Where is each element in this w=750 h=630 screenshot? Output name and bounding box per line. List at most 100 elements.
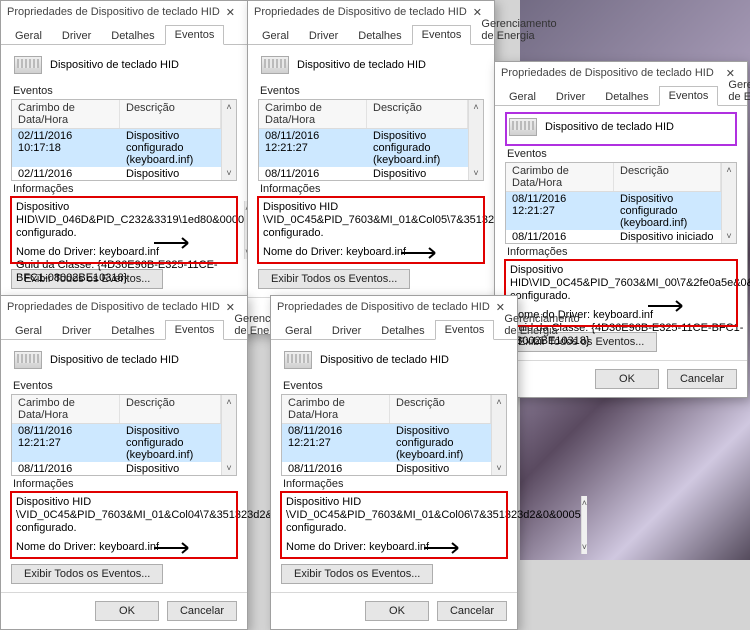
scrollbar[interactable]: ˄ ˅: [221, 395, 236, 475]
event-row[interactable]: 08/11/2016 12:21:27 Dispositivo configur…: [259, 129, 468, 167]
tab-detalhes[interactable]: Detalhes: [101, 26, 164, 45]
cancel-button[interactable]: Cancelar: [167, 601, 237, 621]
tab-geral[interactable]: Geral: [499, 87, 546, 106]
tab-eventos[interactable]: Eventos: [435, 320, 495, 340]
tab-geral[interactable]: Geral: [275, 321, 322, 340]
scrollbar[interactable]: ˄ ˅: [721, 163, 736, 243]
scroll-down-icon[interactable]: ˅: [492, 461, 506, 475]
scroll-down-icon[interactable]: ˅: [222, 166, 236, 180]
cancel-button[interactable]: Cancelar: [437, 601, 507, 621]
event-row[interactable]: 08/11/2016 12:21:27 Dispositivo configur…: [12, 424, 221, 462]
event-row[interactable]: 08/11/2016 12:21:27 Dispositivo configur…: [282, 424, 491, 462]
tab-geral[interactable]: Geral: [5, 321, 52, 340]
event-description: Dispositivo configurado (keyboard.inf): [120, 130, 221, 166]
col-description[interactable]: Descrição: [367, 100, 468, 128]
event-row[interactable]: 08/11/2016 12:21:27 Dispositivo iniciado…: [12, 462, 221, 476]
event-timestamp: 08/11/2016 12:21:27: [12, 463, 120, 476]
events-list[interactable]: Carimbo de Data/Hora Descrição 02/11/201…: [11, 99, 237, 181]
titlebar[interactable]: Propriedades de Dispositivo de teclado H…: [1, 296, 247, 318]
scrollbar[interactable]: ˄ ˅: [491, 395, 506, 475]
events-list[interactable]: Carimbo de Data/Hora Descrição 08/11/201…: [505, 162, 737, 244]
tab-geral[interactable]: Geral: [5, 26, 52, 45]
info-textarea[interactable]: Dispositivo HID\VID_0C45&PID_7603&MI_01&…: [281, 492, 507, 558]
tab-driver[interactable]: Driver: [322, 321, 371, 340]
info-textarea[interactable]: Dispositivo HID\VID_046D&PID_C232&3319\1…: [11, 197, 237, 263]
ok-button[interactable]: OK: [365, 601, 429, 621]
event-row[interactable]: 02/11/2016 10:17:18 Dispositivo iniciado…: [12, 167, 221, 181]
tab-driver[interactable]: Driver: [52, 26, 101, 45]
list-header[interactable]: Carimbo de Data/Hora Descrição: [506, 163, 721, 192]
events-list[interactable]: Carimbo de Data/Hora Descrição 08/11/201…: [258, 99, 484, 181]
show-all-events-button[interactable]: Exibir Todos os Eventos...: [258, 269, 410, 289]
show-all-events-button[interactable]: Exibir Todos os Eventos...: [11, 564, 163, 584]
list-header[interactable]: Carimbo de Data/Hora Descrição: [282, 395, 491, 424]
list-header[interactable]: Carimbo de Data/Hora Descrição: [12, 395, 221, 424]
scrollbar[interactable]: ˄ ˅: [468, 100, 483, 180]
titlebar[interactable]: Propriedades de Dispositivo de teclado H…: [1, 1, 247, 23]
window-title: Propriedades de Dispositivo de teclado H…: [254, 6, 467, 18]
titlebar[interactable]: Propriedades de Dispositivo de teclado H…: [248, 1, 494, 23]
event-row[interactable]: 08/11/2016 12:21:27 Dispositivo configur…: [506, 192, 721, 230]
events-label: Eventos: [13, 380, 237, 392]
tab-driver[interactable]: Driver: [546, 87, 595, 106]
tab-eventos[interactable]: Eventos: [659, 86, 719, 106]
tab-detalhes[interactable]: Detalhes: [101, 321, 164, 340]
tab-strip: Geral Driver Detalhes Eventos Gerenciame…: [271, 318, 517, 340]
titlebar[interactable]: Propriedades de Dispositivo de teclado H…: [495, 62, 747, 84]
tab-energia[interactable]: Gerenciamento de Energia: [471, 14, 566, 45]
scroll-down-icon[interactable]: ˅: [582, 540, 587, 554]
tab-energia[interactable]: Gerenciamento de Energia: [494, 309, 589, 340]
scrollbar[interactable]: ˄ ˅: [581, 496, 587, 554]
events-list[interactable]: Carimbo de Data/Hora Descrição 08/11/201…: [11, 394, 237, 476]
tab-geral[interactable]: Geral: [252, 26, 299, 45]
event-row[interactable]: 08/11/2016 12:21:27 Dispositivo iniciado…: [506, 230, 721, 244]
events-label: Eventos: [507, 148, 737, 160]
event-timestamp: 08/11/2016 12:21:27: [282, 463, 390, 476]
event-row[interactable]: 08/11/2016 12:21:27 Dispositivo iniciado…: [282, 462, 491, 476]
tab-detalhes[interactable]: Detalhes: [371, 321, 434, 340]
col-timestamp[interactable]: Carimbo de Data/Hora: [12, 395, 120, 423]
list-header[interactable]: Carimbo de Data/Hora Descrição: [12, 100, 221, 129]
col-description[interactable]: Descrição: [120, 395, 221, 423]
event-description: Dispositivo iniciado (kbdhid): [367, 168, 468, 181]
scroll-up-icon[interactable]: ˄: [582, 496, 587, 510]
col-timestamp[interactable]: Carimbo de Data/Hora: [506, 163, 614, 191]
properties-dialog: Propriedades de Dispositivo de teclado H…: [247, 0, 495, 335]
tab-eventos[interactable]: Eventos: [412, 25, 472, 45]
close-icon[interactable]: ✕: [220, 6, 241, 19]
tab-eventos[interactable]: Eventos: [165, 25, 225, 45]
col-timestamp[interactable]: Carimbo de Data/Hora: [259, 100, 367, 128]
event-row[interactable]: 08/11/2016 12:21:27 Dispositivo iniciado…: [259, 167, 468, 181]
list-header[interactable]: Carimbo de Data/Hora Descrição: [259, 100, 468, 129]
col-timestamp[interactable]: Carimbo de Data/Hora: [12, 100, 120, 128]
events-list[interactable]: Carimbo de Data/Hora Descrição 08/11/201…: [281, 394, 507, 476]
titlebar[interactable]: Propriedades de Dispositivo de teclado H…: [271, 296, 517, 318]
tab-eventos[interactable]: Eventos: [165, 320, 225, 340]
scrollbar[interactable]: ˄ ˅: [221, 100, 236, 180]
cancel-button[interactable]: Cancelar: [667, 369, 737, 389]
tab-detalhes[interactable]: Detalhes: [595, 87, 658, 106]
event-row[interactable]: 02/11/2016 10:17:18 Dispositivo configur…: [12, 129, 221, 167]
col-description[interactable]: Descrição: [614, 163, 721, 191]
scroll-up-icon[interactable]: ˄: [222, 100, 236, 114]
scroll-down-icon[interactable]: ˅: [469, 166, 483, 180]
tab-driver[interactable]: Driver: [299, 26, 348, 45]
info-textarea[interactable]: Dispositivo HID\VID_0C45&PID_7603&MI_01&…: [258, 197, 484, 263]
info-textarea[interactable]: Dispositivo HID\VID_0C45&PID_7603&MI_01&…: [11, 492, 237, 558]
ok-button[interactable]: OK: [595, 369, 659, 389]
scroll-up-icon[interactable]: ˄: [722, 163, 736, 177]
col-description[interactable]: Descrição: [120, 100, 221, 128]
tab-energia[interactable]: Gerenciamento de Energia: [718, 75, 750, 106]
ok-button[interactable]: OK: [95, 601, 159, 621]
scroll-down-icon[interactable]: ˅: [222, 461, 236, 475]
tab-strip: Geral Driver Detalhes Eventos Gerenciame…: [248, 23, 494, 45]
tab-driver[interactable]: Driver: [52, 321, 101, 340]
scroll-up-icon[interactable]: ˄: [222, 395, 236, 409]
show-all-events-button[interactable]: Exibir Todos os Eventos...: [281, 564, 433, 584]
scroll-up-icon[interactable]: ˄: [492, 395, 506, 409]
col-description[interactable]: Descrição: [390, 395, 491, 423]
scroll-down-icon[interactable]: ˅: [722, 229, 736, 243]
tab-detalhes[interactable]: Detalhes: [348, 26, 411, 45]
scroll-up-icon[interactable]: ˄: [469, 100, 483, 114]
col-timestamp[interactable]: Carimbo de Data/Hora: [282, 395, 390, 423]
